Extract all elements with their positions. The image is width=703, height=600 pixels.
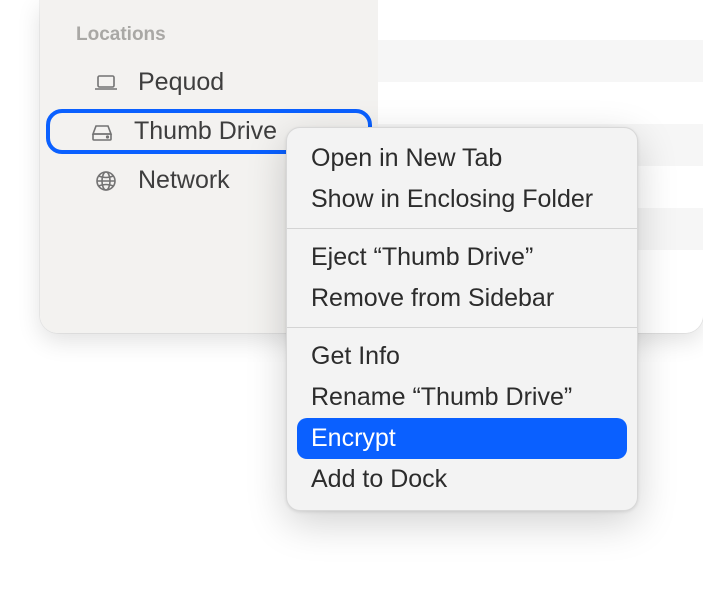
- external-drive-icon: [88, 118, 116, 146]
- sidebar-item-label: Thumb Drive: [134, 117, 277, 146]
- menu-item-get-info[interactable]: Get Info: [287, 336, 637, 377]
- menu-item-rename[interactable]: Rename “Thumb Drive”: [287, 377, 637, 418]
- menu-item-eject[interactable]: Eject “Thumb Drive”: [287, 237, 637, 278]
- laptop-icon: [92, 69, 120, 97]
- globe-icon: [92, 167, 120, 195]
- menu-item-encrypt[interactable]: Encrypt: [297, 418, 627, 459]
- context-menu: Open in New Tab Show in Enclosing Folder…: [286, 127, 638, 511]
- sidebar-item-label: Pequod: [138, 68, 224, 97]
- sidebar-item-pequod[interactable]: Pequod: [50, 60, 368, 105]
- sidebar-item-label: Network: [138, 166, 230, 195]
- list-row[interactable]: [378, 82, 703, 124]
- menu-separator: [287, 327, 637, 328]
- list-row[interactable]: [378, 40, 703, 82]
- section-header-locations: Locations: [40, 24, 378, 46]
- menu-item-open-new-tab[interactable]: Open in New Tab: [287, 138, 637, 179]
- menu-item-add-to-dock[interactable]: Add to Dock: [287, 459, 637, 500]
- menu-item-remove-sidebar[interactable]: Remove from Sidebar: [287, 278, 637, 319]
- menu-item-show-enclosing-folder[interactable]: Show in Enclosing Folder: [287, 179, 637, 220]
- menu-separator: [287, 228, 637, 229]
